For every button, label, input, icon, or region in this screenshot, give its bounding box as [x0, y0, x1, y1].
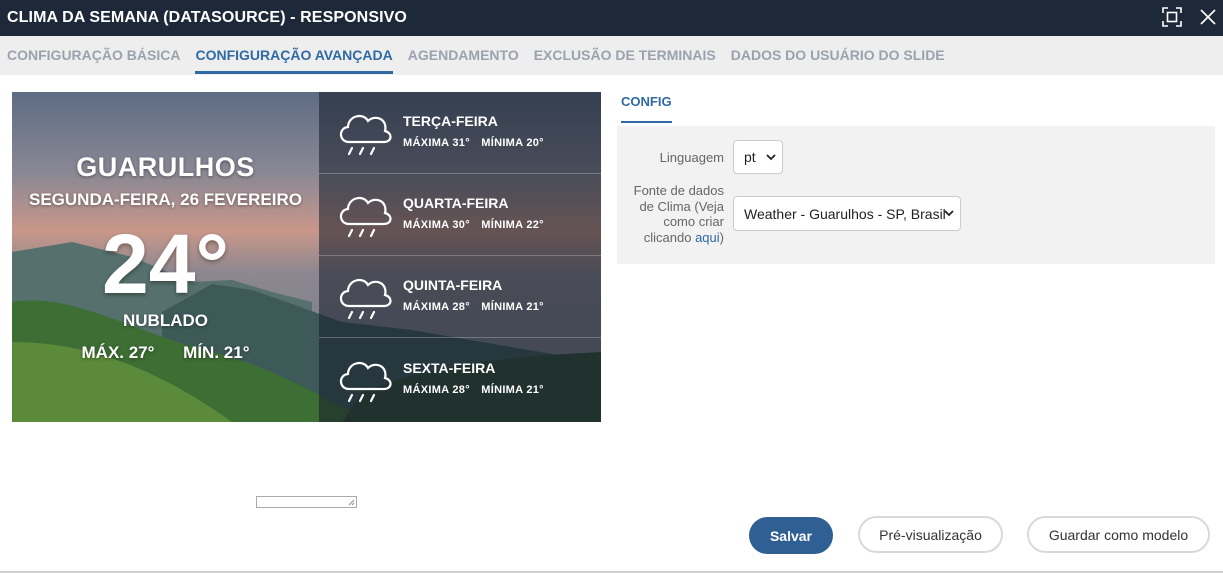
language-select[interactable]: pt	[733, 140, 783, 174]
chevron-down-icon	[944, 210, 954, 217]
forecast-day-range: MÁXIMA 28° MÍNIMA 21°	[403, 384, 544, 396]
window-title: CLIMA DA SEMANA (DATASOURCE) - RESPONSIV…	[7, 9, 407, 26]
preview-button[interactable]: Pré-visualização	[858, 516, 1003, 553]
forecast-day: QUARTA-FEIRA MÁXIMA 30° MÍNIMA 22°	[319, 174, 601, 256]
forecast-day-range: MÁXIMA 31° MÍNIMA 20°	[403, 137, 544, 149]
resize-grip-icon[interactable]	[347, 498, 355, 506]
forecast-day-range: MÁXIMA 30° MÍNIMA 22°	[403, 219, 544, 231]
expand-icon[interactable]	[1161, 6, 1183, 28]
language-label: Linguagem	[659, 150, 724, 165]
forecast-day-name: SEXTA-FEIRA	[403, 360, 496, 376]
forecast-day-name: QUINTA-FEIRA	[403, 277, 503, 293]
current-condition: NUBLADO	[123, 311, 208, 330]
close-icon[interactable]	[1198, 6, 1218, 28]
forecast-day: QUINTA-FEIRA MÁXIMA 28° MÍNIMA 21°	[319, 256, 601, 338]
config-panel: Linguagem pt Fonte de dados de Clima (Ve…	[617, 126, 1215, 264]
weather-preview: GUARULHOS SEGUNDA-FEIRA, 26 FEVEREIRO 24…	[12, 92, 601, 422]
tab-exclusao-de-terminais[interactable]: EXCLUSÃO DE TERMINAIS	[534, 36, 716, 75]
forecast-day-range: MÁXIMA 28° MÍNIMA 21°	[403, 301, 544, 313]
current-temperature: 24°	[101, 217, 230, 311]
rain-cloud-icon	[339, 278, 392, 320]
save-button[interactable]: Salvar	[749, 517, 833, 554]
forecast-day: TERÇA-FEIRA MÁXIMA 31° MÍNIMA 20°	[319, 92, 601, 174]
tab-agendamento[interactable]: AGENDAMENTO	[408, 36, 519, 75]
title-bar: CLIMA DA SEMANA (DATASOURCE) - RESPONSIV…	[0, 0, 1223, 36]
current-min-max: MÁX. 27° MÍN. 21°	[12, 343, 319, 363]
tab-configuracao-basica[interactable]: CONFIGURAÇÃO BÁSICA	[7, 36, 180, 75]
current-min: MÍN. 21°	[183, 343, 250, 362]
forecast-panel: TERÇA-FEIRA MÁXIMA 31° MÍNIMA 20° QUARTA…	[319, 92, 601, 422]
help-link[interactable]: aqui	[695, 230, 720, 245]
current-max: MÁX. 27°	[81, 343, 155, 362]
tab-dados-do-usuario[interactable]: DADOS DO USUÁRIO DO SLIDE	[731, 36, 945, 75]
chevron-down-icon	[766, 154, 776, 161]
forecast-day-name: TERÇA-FEIRA	[403, 113, 498, 129]
data-source-select[interactable]: Weather - Guarulhos - SP, Brasil	[733, 196, 961, 231]
current-weather: GUARULHOS SEGUNDA-FEIRA, 26 FEVEREIRO 24…	[12, 92, 319, 422]
rain-cloud-icon	[339, 114, 392, 156]
tab-bar: CONFIGURAÇÃO BÁSICA CONFIGURAÇÃO AVANÇAD…	[0, 36, 1223, 75]
city-name: GUARULHOS	[76, 152, 255, 182]
tab-config[interactable]: CONFIG	[621, 94, 672, 123]
rain-cloud-icon	[339, 361, 392, 403]
data-source-label: Fonte de dados de Clima (Veja como criar…	[633, 183, 724, 245]
forecast-day: SEXTA-FEIRA MÁXIMA 28° MÍNIMA 21°	[319, 339, 601, 421]
save-as-template-button[interactable]: Guardar como modelo	[1027, 516, 1210, 553]
current-date: SEGUNDA-FEIRA, 26 FEVEREIRO	[29, 190, 302, 209]
tab-configuracao-avancada[interactable]: CONFIGURAÇÃO AVANÇADA	[195, 36, 393, 75]
rain-cloud-icon	[339, 196, 392, 238]
resizable-textarea[interactable]	[256, 496, 357, 508]
forecast-day-name: QUARTA-FEIRA	[403, 195, 509, 211]
